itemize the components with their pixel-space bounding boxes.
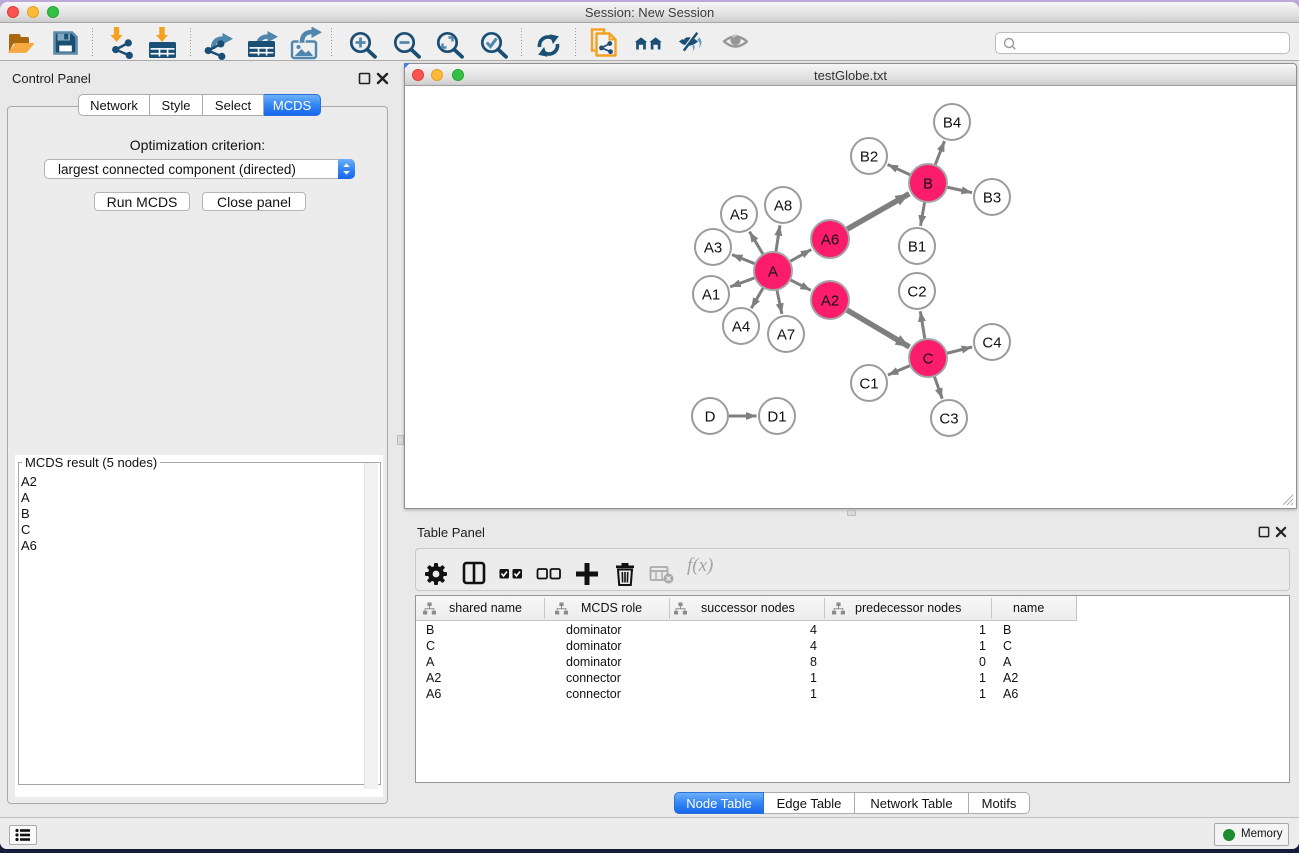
svg-text:B2: B2 <box>860 149 878 166</box>
svg-text:A8: A8 <box>774 198 792 215</box>
svg-text:B1: B1 <box>908 239 926 256</box>
svg-text:A1: A1 <box>702 287 720 304</box>
svg-text:D1: D1 <box>767 409 786 426</box>
svg-text:B4: B4 <box>943 115 961 132</box>
svg-text:A6: A6 <box>821 232 839 249</box>
svg-text:D: D <box>705 409 716 426</box>
svg-text:C2: C2 <box>907 284 926 301</box>
svg-text:B: B <box>923 176 933 193</box>
svg-text:A2: A2 <box>821 293 839 310</box>
svg-text:A: A <box>768 264 778 281</box>
svg-text:A4: A4 <box>732 319 750 336</box>
svg-text:C4: C4 <box>982 335 1001 352</box>
svg-text:C3: C3 <box>939 411 958 428</box>
svg-text:C: C <box>923 351 934 368</box>
svg-text:A5: A5 <box>730 207 748 224</box>
svg-text:B3: B3 <box>983 190 1001 207</box>
svg-text:A3: A3 <box>704 240 722 257</box>
svg-text:C1: C1 <box>859 376 878 393</box>
svg-text:A7: A7 <box>777 327 795 344</box>
